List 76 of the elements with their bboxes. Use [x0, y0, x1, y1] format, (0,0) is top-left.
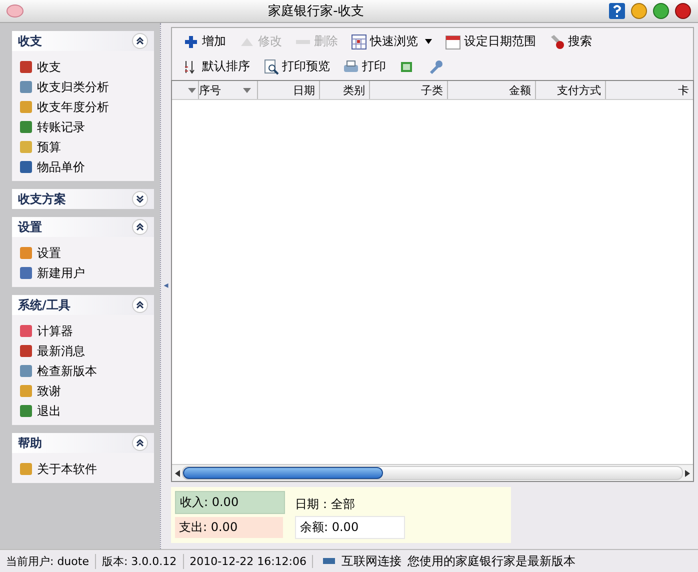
item-icon [18, 265, 34, 281]
sidebar-item[interactable]: 收支年度分析 [37, 98, 109, 116]
caret-icon[interactable] [425, 39, 432, 44]
item-icon [18, 139, 34, 155]
sidebar-item[interactable]: 收支归类分析 [37, 78, 109, 96]
plus-icon [183, 34, 199, 50]
balance-total: 余额: 0.00 [295, 516, 405, 539]
toolbar-button[interactable]: 打印预览 [260, 56, 336, 77]
item-icon [18, 461, 34, 477]
date-range: 日期：全部 [295, 496, 356, 513]
minus-icon [295, 38, 311, 44]
sidebar-item[interactable]: 转账记录 [37, 118, 85, 136]
column-header[interactable]: 子类 [421, 82, 443, 98]
column-header[interactable]: 卡 [678, 82, 689, 98]
window-title: 家庭银行家-收支 [267, 3, 365, 20]
column-header[interactable]: 日期 [293, 82, 315, 98]
timestamp: 2010-12-22 16:12:06 [190, 554, 314, 568]
print-preview-icon [263, 58, 279, 74]
collapse-icon[interactable] [132, 435, 148, 451]
toolbar-button[interactable]: 快速浏览 [348, 31, 438, 52]
item-icon [18, 363, 34, 379]
item-icon [18, 59, 34, 75]
minimize-button[interactable] [630, 2, 648, 20]
item-icon [18, 245, 34, 261]
item-icon [18, 383, 34, 399]
toolbar-button[interactable]: 默认排序 [180, 56, 256, 77]
sidebar-item[interactable]: 最新消息 [37, 342, 85, 360]
current-user: 当前用户: duote [6, 554, 96, 568]
horizontal-scrollbar[interactable] [172, 464, 693, 481]
panel-title[interactable]: 设置 [18, 218, 42, 236]
column-header[interactable]: 支付方式 [557, 82, 601, 98]
column-header[interactable]: 类别 [343, 82, 365, 98]
item-icon [18, 403, 34, 419]
sidebar-item[interactable]: 预算 [37, 138, 61, 156]
sidebar-item[interactable]: 致谢 [37, 382, 61, 400]
sidebar-item[interactable]: 检查新版本 [37, 362, 97, 380]
status-message: 您使用的家庭银行家是最新版本 [407, 552, 576, 570]
toolbar-button[interactable]: 增加 [180, 31, 232, 52]
wrench-icon [428, 58, 444, 74]
toolbar-button[interactable]: 设定日期范围 [442, 31, 542, 52]
close-button[interactable] [674, 2, 692, 20]
toolbar-button[interactable]: 打印 [340, 56, 392, 77]
scroll-right-icon[interactable] [685, 470, 690, 476]
sidebar-item[interactable]: 计算器 [37, 322, 73, 340]
item-icon [18, 79, 34, 95]
sidebar-item[interactable]: 收支 [37, 58, 61, 76]
expand-icon[interactable] [132, 191, 148, 207]
item-icon [18, 343, 34, 359]
sidebar-item[interactable]: 物品单价 [37, 158, 85, 176]
expense-total: 支出: 0.00 [175, 517, 283, 538]
version: 版本: 3.0.0.12 [102, 554, 184, 568]
sidebar-item[interactable]: 退出 [37, 402, 61, 420]
item-icon [18, 119, 34, 135]
panel-title[interactable]: 帮助 [18, 434, 42, 452]
item-icon [18, 99, 34, 115]
printer-icon [343, 58, 359, 74]
collapse-icon[interactable] [132, 219, 148, 235]
sidebar-item[interactable]: 新建用户 [37, 264, 85, 282]
collapse-icon[interactable] [132, 33, 148, 49]
sidebar-item[interactable]: 关于本软件 [37, 460, 97, 478]
maximize-button[interactable] [652, 2, 670, 20]
toolbar-button[interactable]: 搜索 [546, 31, 598, 52]
calendar-icon [445, 34, 461, 50]
income-total: 收入: 0.00 [175, 491, 285, 514]
help-icon[interactable] [608, 2, 626, 20]
column-header[interactable]: 金额 [509, 82, 531, 98]
collapse-arrow[interactable]: ◂ [164, 281, 168, 291]
sidebar-item[interactable]: 设置 [37, 244, 61, 262]
column-header[interactable]: 序号 [199, 82, 221, 98]
grid-icon [351, 34, 367, 50]
scroll-left-icon[interactable] [175, 470, 180, 476]
collapse-icon[interactable] [132, 297, 148, 313]
connection-status: 互联网连接 [341, 552, 402, 570]
item-icon [18, 323, 34, 339]
panel-title[interactable]: 收支 [18, 32, 42, 50]
item-icon [18, 159, 34, 175]
